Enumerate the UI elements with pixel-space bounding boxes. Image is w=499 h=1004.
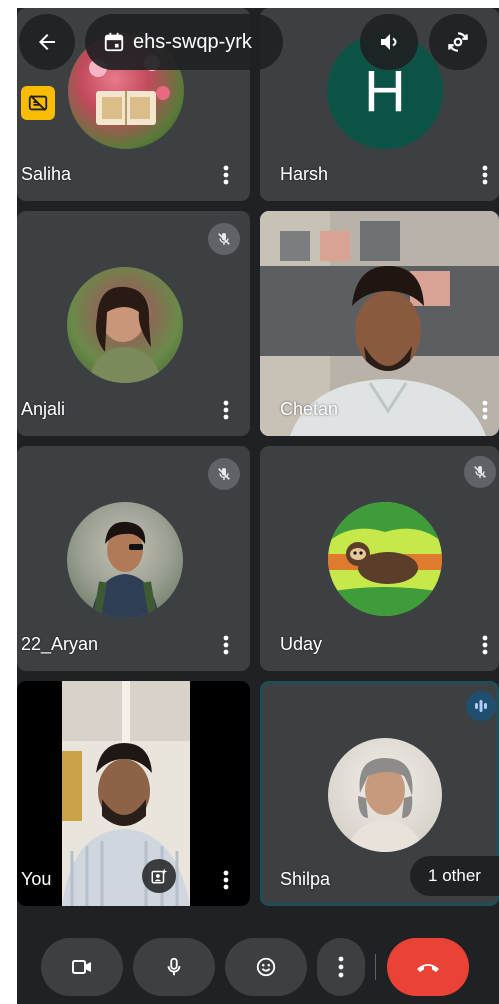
- more-vert-icon[interactable]: [216, 398, 236, 422]
- meet-screen: Saliha H Harsh ehs-swqp-yrk Anjali Cheta…: [17, 8, 499, 1004]
- more-vert-icon: [338, 956, 344, 978]
- avatar-anjali: [67, 267, 183, 383]
- more-vert-icon[interactable]: [475, 398, 495, 422]
- muted-mic-icon: [464, 456, 496, 488]
- participant-name: Shilpa: [280, 869, 331, 889]
- arrow-left-icon: [39, 34, 55, 50]
- participant-tile-anjali[interactable]: Anjali: [17, 211, 250, 436]
- control-divider: [375, 954, 376, 980]
- calendar-icon: [104, 32, 124, 52]
- participant-tile-shilpa[interactable]: Shilpa 1 other: [260, 681, 499, 906]
- participant-name: 22_Aryan: [21, 634, 99, 654]
- participant-name: You: [21, 869, 52, 889]
- call-end-icon: [417, 964, 439, 972]
- participant-name: Saliha: [21, 164, 72, 184]
- more-vert-icon[interactable]: [216, 633, 236, 657]
- switch-camera-icon: [448, 32, 468, 52]
- switch-camera-button[interactable]: [429, 14, 487, 70]
- muted-mic-icon: [208, 223, 240, 255]
- microphone-toggle-button[interactable]: [133, 938, 215, 996]
- others-chip[interactable]: 1 other: [410, 856, 499, 896]
- participant-name: Uday: [280, 634, 323, 654]
- others-count-label: 1 other: [428, 866, 481, 885]
- participant-tile-you[interactable]: You: [17, 681, 250, 906]
- muted-mic-icon: [208, 458, 240, 490]
- speaker-icon: [381, 34, 397, 50]
- participant-name: Anjali: [21, 399, 66, 419]
- camera-toggle-button[interactable]: [41, 938, 123, 996]
- microphone-icon: [167, 957, 181, 976]
- participant-name: Harsh: [280, 164, 329, 184]
- captions-off-icon: [21, 86, 55, 120]
- avatar-22-aryan: [67, 502, 183, 618]
- more-vert-icon[interactable]: [216, 868, 236, 892]
- more-vert-icon[interactable]: [475, 633, 495, 657]
- meeting-code: ehs-swqp-yrk: [133, 30, 252, 53]
- video-camera-icon: [72, 960, 91, 974]
- visual-effects-button[interactable]: [142, 859, 176, 893]
- meeting-info-button[interactable]: ehs-swqp-yrk: [85, 14, 283, 70]
- visual-effects-icon: [151, 868, 168, 884]
- more-options-button[interactable]: [317, 938, 365, 996]
- end-call-button[interactable]: [387, 938, 469, 996]
- participant-tile-uday[interactable]: Uday: [260, 446, 499, 671]
- more-vert-icon[interactable]: [475, 163, 495, 187]
- participant-tile-chetan[interactable]: Chetan: [260, 211, 499, 436]
- participant-name: Chetan: [280, 399, 339, 419]
- speaking-indicator-icon: [466, 691, 496, 721]
- avatar-uday-sloth: [328, 502, 442, 616]
- back-button[interactable]: [19, 14, 75, 70]
- reactions-button[interactable]: [225, 938, 307, 996]
- emoji-icon: [256, 957, 276, 977]
- participant-tile-22-aryan[interactable]: 22_Aryan: [17, 446, 250, 671]
- more-vert-icon[interactable]: [216, 163, 236, 187]
- avatar-shilpa: [328, 738, 442, 852]
- speaker-button[interactable]: [360, 14, 418, 70]
